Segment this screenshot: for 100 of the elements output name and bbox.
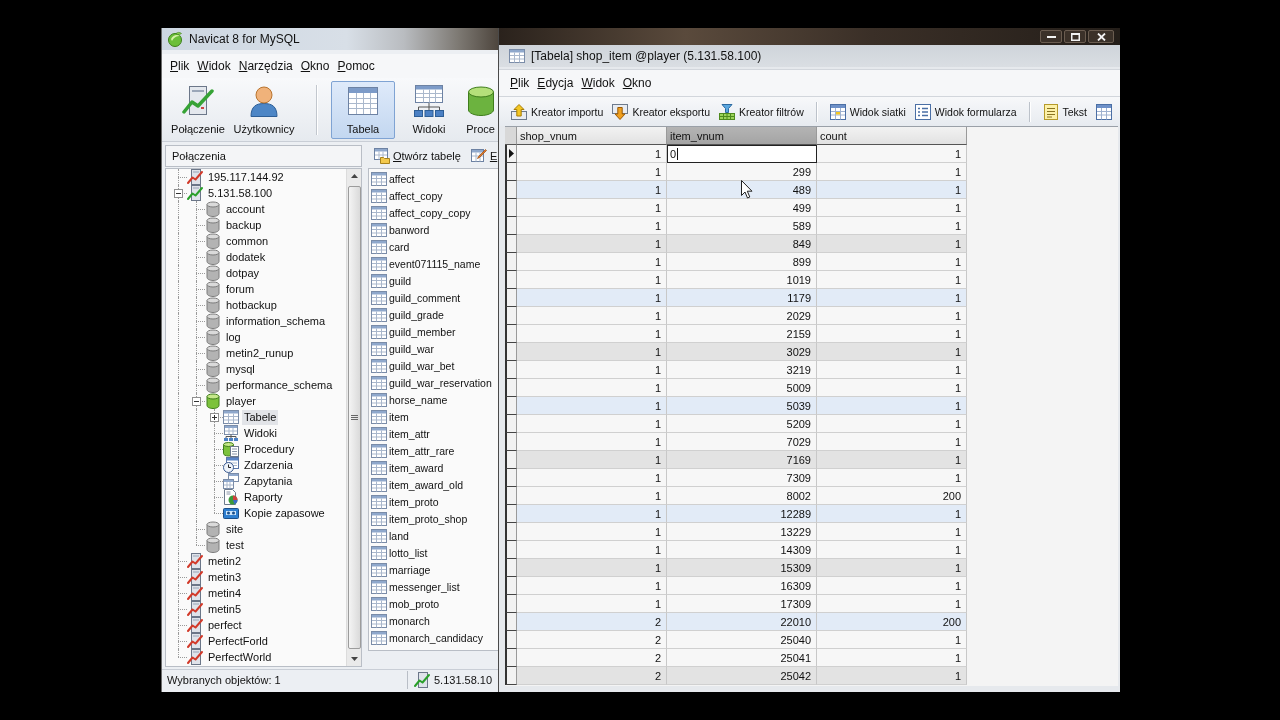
row-header[interactable] bbox=[505, 379, 517, 397]
row-header[interactable] bbox=[505, 451, 517, 469]
row-header[interactable] bbox=[505, 253, 517, 271]
scroll-up-icon[interactable] bbox=[350, 174, 358, 178]
row-header[interactable] bbox=[505, 271, 517, 289]
column-header[interactable]: count bbox=[817, 127, 967, 145]
tree-item[interactable]: 195.117.144.92 bbox=[206, 169, 286, 185]
tree-item[interactable]: Zdarzenia bbox=[242, 457, 295, 473]
tree-item[interactable]: metin5 bbox=[206, 601, 244, 617]
tree-item[interactable]: account bbox=[224, 201, 267, 217]
table-list-item[interactable]: item_attr bbox=[369, 425, 498, 442]
tree-item[interactable]: player bbox=[224, 393, 258, 409]
table-list-item[interactable]: item_award_old bbox=[369, 476, 498, 493]
table-list-item[interactable]: guild bbox=[369, 272, 498, 289]
row-header[interactable] bbox=[505, 649, 517, 667]
row-header[interactable] bbox=[505, 307, 517, 325]
tree-item[interactable]: Widoki bbox=[242, 425, 279, 441]
collapse-icon[interactable] bbox=[174, 189, 183, 198]
tree-item[interactable]: information_schema bbox=[224, 313, 328, 329]
table-list-item[interactable]: monarch_candidacy bbox=[369, 629, 498, 646]
toolbar-button[interactable]: Tekst bbox=[1042, 103, 1087, 120]
row-header[interactable] bbox=[505, 289, 517, 307]
menu-item[interactable]: Okno bbox=[618, 76, 656, 90]
row-header[interactable] bbox=[505, 667, 517, 685]
column-header[interactable]: shop_vnum bbox=[517, 127, 667, 145]
tree-item[interactable]: metin4 bbox=[206, 585, 244, 601]
table-list-item[interactable]: guild_grade bbox=[369, 306, 498, 323]
toolbar-button[interactable]: Kreator filtrów bbox=[719, 103, 804, 120]
table-list-item[interactable]: messenger_list bbox=[369, 578, 498, 595]
row-header[interactable] bbox=[505, 217, 517, 235]
close-button[interactable] bbox=[1088, 30, 1114, 43]
row-header[interactable] bbox=[505, 415, 517, 433]
table-list-item[interactable]: guild_war_bet bbox=[369, 357, 498, 374]
table-list-item[interactable]: horse_name bbox=[369, 391, 498, 408]
row-header[interactable] bbox=[505, 559, 517, 577]
menu-item[interactable]: Okno bbox=[296, 59, 334, 73]
table-list-item[interactable]: item_proto_shop bbox=[369, 510, 498, 527]
menu-item[interactable]: Plik bbox=[166, 59, 194, 73]
column-header[interactable]: item_vnum bbox=[667, 127, 817, 145]
row-header[interactable] bbox=[505, 145, 517, 163]
table-list-item[interactable]: marriage bbox=[369, 561, 498, 578]
toolbar-button[interactable]: Proce bbox=[463, 80, 498, 139]
tree-item[interactable]: hotbackup bbox=[224, 297, 279, 313]
table-list-item[interactable]: affect_copy bbox=[369, 187, 498, 204]
table-list-item[interactable]: affect_copy_copy bbox=[369, 204, 498, 221]
toolbar-button[interactable]: Widoki bbox=[397, 80, 461, 139]
tree-item[interactable]: common bbox=[224, 233, 271, 249]
table-list-item[interactable]: item_attr_rare bbox=[369, 442, 498, 459]
menu-item[interactable]: Widok bbox=[193, 59, 235, 73]
tree-item[interactable]: log bbox=[224, 329, 243, 345]
table-list-item[interactable]: item bbox=[369, 408, 498, 425]
toolbar-button[interactable]: Otwórz tabelę bbox=[374, 148, 461, 164]
toolbar-button[interactable] bbox=[1096, 103, 1112, 120]
tree-item[interactable]: Zapytania bbox=[242, 473, 295, 489]
row-header[interactable] bbox=[505, 595, 517, 613]
table-list-item[interactable]: item_award bbox=[369, 459, 498, 476]
row-header[interactable] bbox=[505, 163, 517, 181]
tree-item[interactable]: test bbox=[224, 537, 246, 553]
toolbar-button[interactable]: Kreator eksportu bbox=[612, 103, 710, 120]
tree-item[interactable]: mysql bbox=[224, 361, 257, 377]
tree-item[interactable]: dodatek bbox=[224, 249, 268, 265]
collapse-icon[interactable] bbox=[192, 397, 201, 406]
row-header[interactable] bbox=[505, 361, 517, 379]
tree-item[interactable]: forum bbox=[224, 281, 257, 297]
tree-item[interactable]: metin3 bbox=[206, 569, 244, 585]
row-header[interactable] bbox=[505, 199, 517, 217]
table-list-item[interactable]: guild_war_reservation bbox=[369, 374, 498, 391]
row-header[interactable] bbox=[505, 631, 517, 649]
tree-item[interactable]: metin2 bbox=[206, 553, 244, 569]
tree-item[interactable]: site bbox=[224, 521, 246, 537]
table-list-item[interactable]: card bbox=[369, 238, 498, 255]
tree-item[interactable]: performance_schema bbox=[224, 377, 335, 393]
table-list-item[interactable]: guild_war bbox=[369, 340, 498, 357]
menu-item[interactable]: Pomoc bbox=[333, 59, 379, 73]
row-header[interactable] bbox=[505, 541, 517, 559]
table-list-item[interactable]: land bbox=[369, 527, 498, 544]
tree-item[interactable]: backup bbox=[224, 217, 264, 233]
cell-input[interactable]: 0 bbox=[667, 145, 817, 163]
table-list-item[interactable]: event071115_name bbox=[369, 255, 498, 272]
toolbar-button[interactable]: Połączenie bbox=[166, 80, 230, 139]
table-list-item[interactable]: guild_comment bbox=[369, 289, 498, 306]
table-list-item[interactable]: mob_proto bbox=[369, 595, 498, 612]
menu-item[interactable]: Edycja bbox=[533, 76, 578, 90]
table-list-item[interactable]: guild_member bbox=[369, 323, 498, 340]
tree-item[interactable]: metin2_runup bbox=[224, 345, 296, 361]
toolbar-button[interactable]: Kreator importu bbox=[511, 103, 604, 120]
expand-icon[interactable] bbox=[210, 413, 219, 422]
row-header[interactable] bbox=[505, 235, 517, 253]
tree-item[interactable]: PerfectForld bbox=[206, 633, 270, 649]
tree-item[interactable]: dotpay bbox=[224, 265, 262, 281]
tree-item[interactable]: Raporty bbox=[242, 489, 285, 505]
tree-item[interactable]: 5.131.58.100 bbox=[206, 185, 275, 201]
tree-item[interactable]: perfect bbox=[206, 617, 244, 633]
tree-item[interactable]: PerfectWorld bbox=[206, 649, 274, 665]
toolbar-button[interactable]: Użytkownicy bbox=[232, 80, 296, 139]
row-header[interactable] bbox=[505, 433, 517, 451]
maximize-button[interactable] bbox=[1064, 30, 1086, 43]
tree-item[interactable]: Procedury bbox=[242, 441, 297, 457]
row-header[interactable] bbox=[505, 469, 517, 487]
table-list-item[interactable]: monarch bbox=[369, 612, 498, 629]
